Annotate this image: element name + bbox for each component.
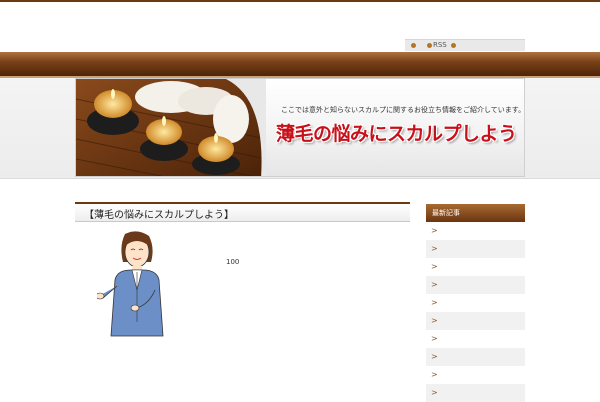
- sidebar-item[interactable]: >: [426, 330, 525, 348]
- post-body: 100: [75, 222, 410, 392]
- top-accent-line: [0, 0, 600, 2]
- sidebar-item[interactable]: >: [426, 240, 525, 258]
- post-title-bar: 【薄毛の悩みにスカルプしよう】: [75, 202, 410, 222]
- candles-photo: [76, 79, 266, 176]
- sidebar-item[interactable]: >: [426, 276, 525, 294]
- chevron-right-icon: >: [431, 334, 438, 343]
- sidebar-item[interactable]: >: [426, 384, 525, 402]
- site-title[interactable]: 薄毛の悩みにスカルプしよう: [276, 119, 517, 146]
- top-nav-bar: RSS: [405, 39, 525, 51]
- post-number: 100: [226, 258, 240, 266]
- chevron-right-icon: >: [431, 388, 438, 397]
- sidebar-heading: 最新記事: [426, 204, 525, 222]
- chevron-right-icon: >: [431, 280, 438, 289]
- chevron-right-icon: >: [431, 316, 438, 325]
- chevron-right-icon: >: [431, 244, 438, 253]
- chevron-right-icon: >: [431, 370, 438, 379]
- chevron-right-icon: >: [431, 352, 438, 361]
- sidebar-item[interactable]: >: [426, 294, 525, 312]
- sidebar-item[interactable]: >: [426, 312, 525, 330]
- header-band: [0, 52, 600, 76]
- post-title[interactable]: 【薄毛の悩みにスカルプしよう】: [84, 206, 234, 221]
- rss-link[interactable]: RSS: [433, 40, 447, 51]
- bullet-icon: [451, 43, 456, 48]
- chevron-right-icon: >: [431, 226, 438, 235]
- site-banner[interactable]: ここでは意外と知らないスカルプに関するお役立ち情報をご紹介しています。 薄毛の悩…: [75, 78, 525, 177]
- bullet-icon: [411, 43, 416, 48]
- presenter-illustration: [97, 231, 164, 337]
- chevron-right-icon: >: [431, 298, 438, 307]
- sidebar-item[interactable]: >: [426, 222, 525, 240]
- sidebar-item[interactable]: >: [426, 366, 525, 384]
- sidebar: 最新記事 > > > > > > > > > >: [426, 204, 525, 402]
- sidebar-item[interactable]: >: [426, 348, 525, 366]
- bullet-icon: [427, 43, 432, 48]
- sidebar-item[interactable]: >: [426, 258, 525, 276]
- site-tagline: ここでは意外と知らないスカルプに関するお役立ち情報をご紹介しています。: [281, 106, 525, 114]
- chevron-right-icon: >: [431, 262, 438, 271]
